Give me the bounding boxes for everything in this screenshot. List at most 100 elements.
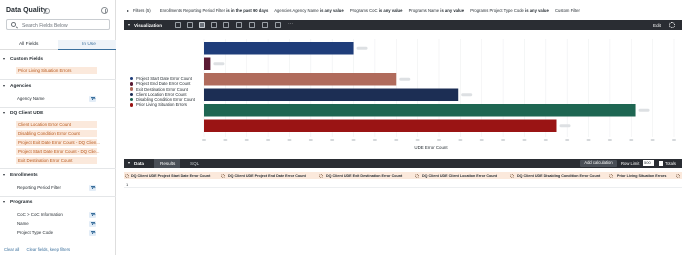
single-value-icon[interactable] [275, 22, 281, 28]
gear-icon[interactable] [125, 173, 129, 178]
tick-label-blurred [650, 139, 655, 141]
visualization-title: Visualization [134, 22, 162, 28]
section-custom-fields[interactable]: Custom Fields [3, 57, 43, 62]
field-program-name[interactable]: Name [17, 221, 29, 226]
tick-label-blurred [501, 139, 506, 141]
tab-all-fields[interactable]: All Fields [19, 42, 38, 47]
column-header[interactable]: DQ Client UDE Disabling Condition Error … [517, 174, 600, 178]
legend-item[interactable]: Prior Living Situation Errors [130, 102, 195, 107]
legend-label: Client Location Error Count [136, 91, 187, 97]
tick-label-blurred [308, 139, 313, 141]
section-enrollments[interactable]: Enrollments [3, 173, 38, 178]
tick-label-blurred [244, 139, 249, 141]
filter-icon[interactable] [89, 220, 96, 227]
more-icon[interactable]: ··· [288, 22, 294, 28]
field-exit-destination-error-count[interactable]: Exit Destination Error Count [16, 157, 97, 164]
table-icon[interactable] [175, 22, 181, 28]
clear-all-link[interactable]: Clear all [4, 247, 19, 252]
area-icon[interactable] [236, 22, 242, 28]
tick-label-blurred [330, 139, 335, 141]
custom-filter-link[interactable]: Custom Filter [555, 8, 580, 13]
scatter-icon[interactable] [211, 22, 217, 28]
legend-label: Project Start Date Error Count [136, 76, 192, 81]
add-calculation-button[interactable]: Add calculation [580, 160, 617, 167]
chevron-down-icon [128, 162, 130, 165]
gear-icon[interactable] [221, 173, 225, 178]
gear-icon[interactable] [669, 22, 675, 28]
visualization-bar[interactable]: Visualization ··· Edit [124, 20, 682, 30]
legend-swatch [130, 87, 134, 91]
row-limit-input[interactable]: 500 [643, 160, 654, 167]
column-header[interactable]: DQ Client UDE Project Start Date Error C… [131, 174, 210, 178]
bar-disabling-condition-error-count[interactable] [204, 104, 636, 117]
section-agencies[interactable]: Agencies [3, 84, 31, 89]
filters-bar[interactable]: Filters (5) Enrollments Reporting Period… [124, 8, 682, 16]
search-icon [11, 22, 16, 28]
filter-icon[interactable] [89, 184, 96, 191]
gear-icon[interactable] [319, 173, 323, 178]
gear-icon[interactable] [609, 173, 613, 178]
tick-label-blurred [672, 139, 676, 141]
clock-icon[interactable] [101, 7, 108, 14]
chart-legend: Project Start Date Error Count Project En… [130, 76, 195, 108]
pie-icon[interactable] [249, 22, 255, 28]
bar-exit-destination-error-count[interactable] [204, 73, 397, 86]
data-title[interactable]: Data [134, 161, 144, 166]
legend-swatch [130, 103, 134, 107]
clear-fields-link[interactable]: Clear fields, keep filters [27, 247, 71, 252]
tick-label-blurred [586, 139, 591, 141]
x-axis-title: UDE Error Count [414, 145, 448, 150]
value-label-blurred [356, 46, 368, 50]
field-project-exit-date-error-count[interactable]: Project Exit Date Error Count - DQ Clien… [16, 139, 100, 146]
edit-button[interactable]: Edit [653, 23, 661, 28]
column-header[interactable]: Prior Living Situation Errors [617, 174, 666, 178]
column-header[interactable]: DQ Client UDE Client Location Error Coun… [422, 174, 497, 178]
column-header[interactable]: DQ Client UDE Exit Destination Error Cou… [326, 174, 402, 178]
field-project-start-date-error-count[interactable]: Project Start Date Error Count - DQ Clie… [16, 148, 100, 155]
field-agency-name[interactable]: Agency Name [17, 96, 45, 101]
field-prior-living-situation-errors[interactable]: Prior Living Situation Errors [16, 67, 97, 74]
data-bar[interactable]: Data Results SQL Add calculation Row Lim… [124, 159, 682, 168]
field-coc-information[interactable]: CoC > CoC Information [17, 212, 63, 217]
bar-chart-icon[interactable] [199, 22, 205, 28]
tab-results[interactable]: Results [154, 159, 180, 168]
chart-canvas: UDE Error Count [202, 39, 676, 150]
bar-project-start-date-error-count[interactable] [204, 42, 354, 55]
field-tabs: All Fields In Use [0, 40, 116, 51]
bar-prior-living-situation-errors[interactable] [204, 119, 557, 133]
sidebar-footer: Clear all Clear fields, keep filters [4, 247, 76, 252]
bar-project-end-date-error-count[interactable] [204, 57, 211, 71]
map-icon[interactable] [262, 22, 268, 28]
legend-label: Disabling Condition Error Count [136, 97, 195, 103]
gear-icon[interactable] [676, 173, 680, 178]
filter-icon[interactable] [89, 229, 96, 236]
tab-sql[interactable]: SQL [190, 161, 199, 166]
tick-label-blurred [629, 139, 634, 141]
column-header[interactable]: DQ Client UDE Project End Date Error Cou… [228, 174, 306, 178]
field-project-type-code[interactable]: Project Type Code [17, 230, 53, 235]
info-icon[interactable]: i [44, 8, 50, 14]
section-dq-client-ude[interactable]: DQ Client UDE [3, 111, 43, 116]
filter-icon[interactable] [89, 95, 96, 102]
field-reporting-period-filter[interactable]: Reporting Period Filter [17, 185, 61, 190]
totals-checkbox[interactable] [659, 161, 664, 166]
explore-title: Data Quality [6, 7, 47, 14]
gear-icon[interactable] [415, 173, 419, 178]
field-client-location-error-count[interactable]: Client Location Error Count [16, 121, 97, 128]
value-label-blurred [399, 77, 411, 81]
tick-label-blurred [522, 139, 527, 141]
section-programs[interactable]: Programs [3, 200, 32, 205]
bar-chart: UDE Error Count Project Start Date Error… [124, 32, 682, 156]
line-icon[interactable] [223, 22, 229, 28]
field-search-input[interactable]: Search Fields Below [6, 19, 110, 30]
column-chart-icon[interactable] [187, 22, 193, 28]
filter-icon[interactable] [89, 211, 96, 218]
tab-in-use[interactable]: In Use [82, 42, 96, 47]
legend-swatch [130, 76, 134, 81]
results-table-header: DQ Client UDE Project Start Date Error C… [124, 172, 682, 179]
bar-client-location-error-count[interactable] [204, 88, 459, 102]
gear-icon[interactable] [510, 173, 514, 178]
tick-label-blurred [607, 139, 612, 141]
legend-label: Prior Living Situation Errors [136, 102, 187, 108]
field-disabling-condition-error-count[interactable]: Disabling Condition Error Count [16, 130, 97, 137]
